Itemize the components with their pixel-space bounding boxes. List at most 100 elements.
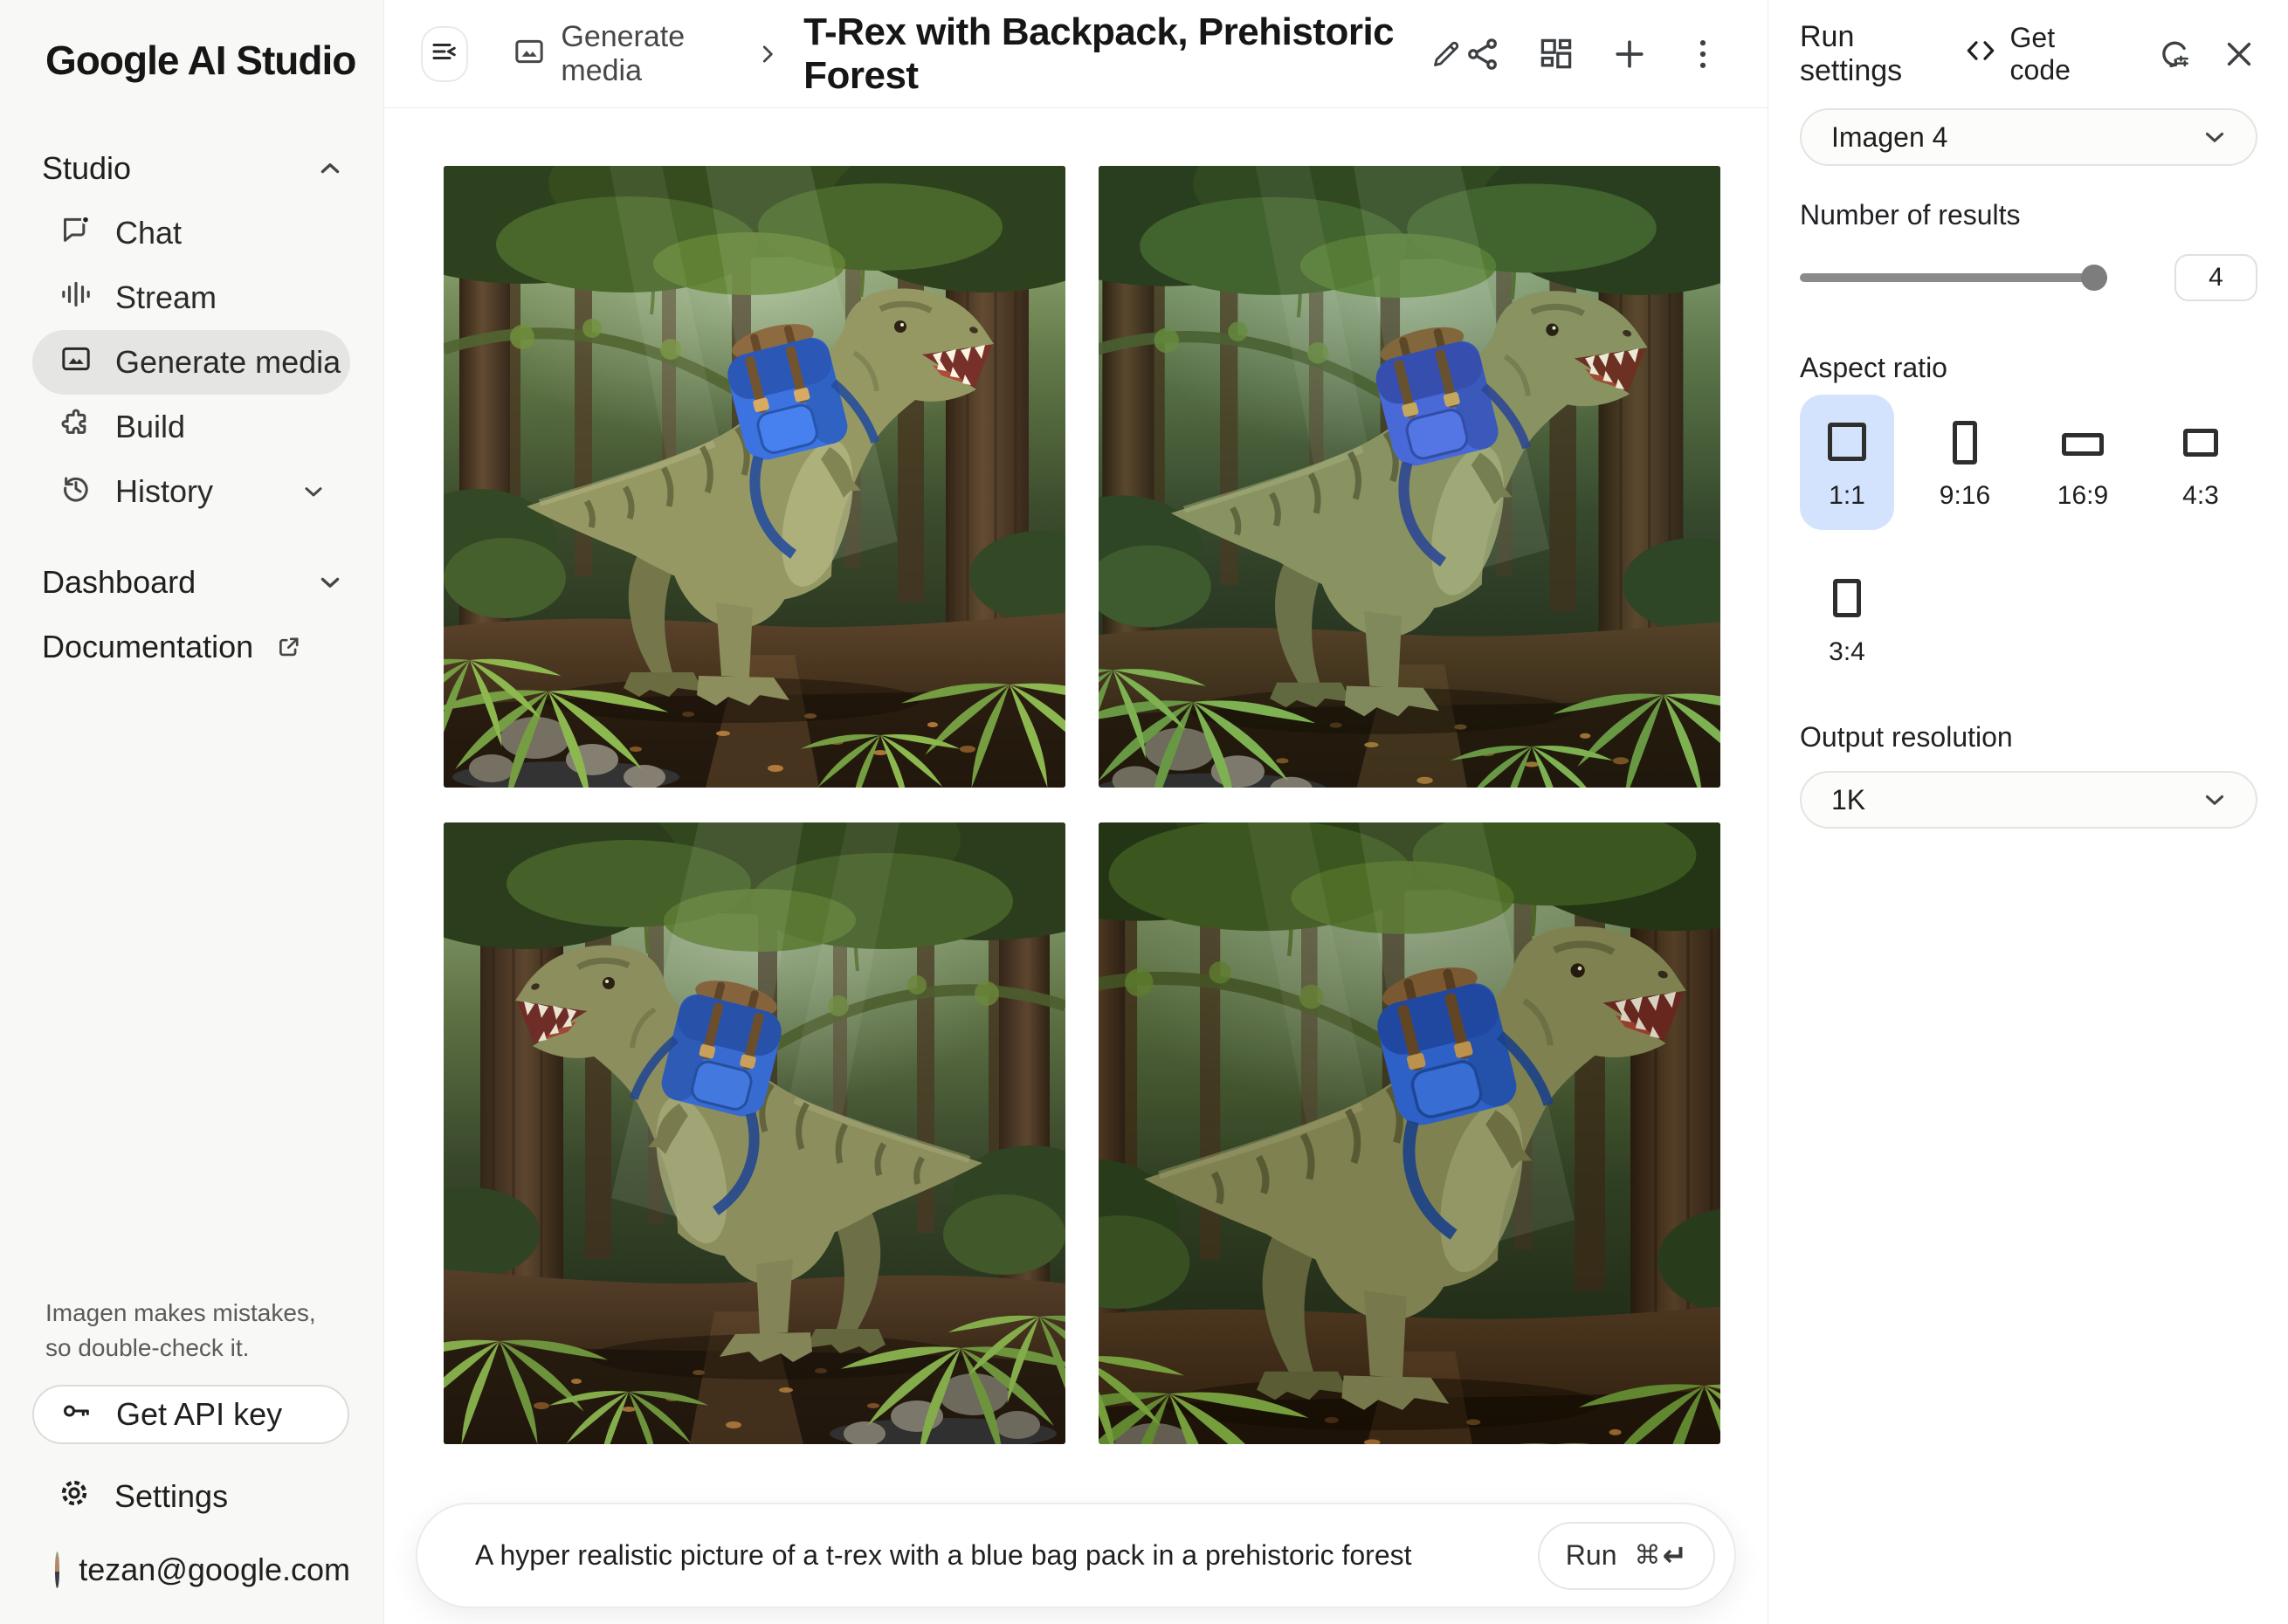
prompt-input[interactable]: A hyper realistic picture of a t-rex wit… xyxy=(475,1539,1538,1572)
studio-section-label: Studio xyxy=(42,150,131,187)
sidebar-item-generate-media[interactable]: Generate media xyxy=(32,330,350,395)
share-button[interactable] xyxy=(1464,35,1502,73)
page-title: T-Rex with Backpack, Prehistoric Forest xyxy=(803,10,1404,98)
return-key-icon: ↵ xyxy=(1663,1538,1688,1573)
prompt-bar: A hyper realistic picture of a t-rex wit… xyxy=(416,1503,1736,1608)
number-of-results-label: Number of results xyxy=(1800,199,2257,231)
chevron-down-icon xyxy=(315,568,345,597)
code-icon xyxy=(1963,33,1998,75)
get-api-key-button[interactable]: Get API key xyxy=(32,1385,349,1444)
sidebar-section-dashboard[interactable]: Dashboard xyxy=(0,550,383,615)
topbar: Generate media T-Rex with Backpack, Preh… xyxy=(384,0,1768,108)
get-api-key-label: Get API key xyxy=(116,1396,282,1433)
aspect-option-label: 1:1 xyxy=(1829,481,1865,511)
results-slider[interactable] xyxy=(1800,261,2107,294)
number-of-results-control xyxy=(1800,254,2257,301)
aspect-option-label: 4:3 xyxy=(2182,481,2219,511)
new-prompt-button[interactable] xyxy=(1610,35,1649,73)
aspect-option-label: 9:16 xyxy=(1940,481,1990,511)
aspect-option-1-1[interactable]: 1:1 xyxy=(1800,395,1894,530)
run-label: Run xyxy=(1566,1539,1617,1572)
apps-grid-button[interactable] xyxy=(1537,35,1575,73)
image-icon xyxy=(59,341,93,384)
chevron-down-icon xyxy=(2200,785,2229,815)
sidebar-item-label: History xyxy=(115,473,213,510)
sidebar-bottom: Imagen makes mistakes, so double-check i… xyxy=(0,1296,383,1624)
sidebar-item-label: Stream xyxy=(115,279,217,316)
topbar-actions xyxy=(1464,35,1722,73)
get-code-button[interactable]: Get code xyxy=(1963,22,2121,86)
google-ai-studio-logo[interactable]: Google AI Studio xyxy=(0,0,383,84)
generated-images-grid xyxy=(444,166,1768,1444)
chat-icon xyxy=(59,212,93,255)
breadcrumb[interactable]: Generate media xyxy=(512,20,732,88)
output-resolution-select[interactable]: 1K xyxy=(1800,771,2257,829)
sidebar-item-label: Chat xyxy=(115,215,182,251)
ratio-1-1-icon xyxy=(1828,423,1866,461)
generated-image-3[interactable] xyxy=(444,822,1065,1444)
cmd-key-icon: ⌘ xyxy=(1635,1540,1661,1571)
sidebar-item-label: Generate media xyxy=(115,344,341,381)
dashboard-section-label: Dashboard xyxy=(42,564,196,601)
chevron-right-icon xyxy=(755,41,781,67)
external-link-icon xyxy=(274,632,304,662)
avatar xyxy=(55,1552,59,1588)
slider-track xyxy=(1800,273,2107,282)
close-panel-button[interactable] xyxy=(2221,36,2257,72)
slider-thumb[interactable] xyxy=(2081,265,2107,291)
model-select-value: Imagen 4 xyxy=(1831,121,1947,154)
more-options-button[interactable] xyxy=(1684,35,1722,73)
aspect-ratio-options-row-1: 1:1 9:16 16:9 4:3 xyxy=(1800,395,2257,530)
sidebar: Google AI Studio Studio Chat Stream xyxy=(0,0,384,1624)
results-value-input[interactable] xyxy=(2174,254,2257,301)
account-email: tezan@google.com xyxy=(79,1552,350,1588)
key-icon xyxy=(59,1393,93,1436)
chevron-up-icon xyxy=(315,154,345,183)
aspect-option-label: 16:9 xyxy=(2057,481,2108,511)
reset-settings-button[interactable] xyxy=(2154,35,2193,73)
aspect-option-9-16[interactable]: 9:16 xyxy=(1918,395,2012,530)
main-content: Generate media T-Rex with Backpack, Preh… xyxy=(384,0,1768,1624)
sidebar-item-build[interactable]: Build xyxy=(32,395,350,459)
model-disclaimer: Imagen makes mistakes, so double-check i… xyxy=(32,1296,320,1366)
image-icon xyxy=(512,34,547,73)
aspect-option-16-9[interactable]: 16:9 xyxy=(2036,395,2130,530)
breadcrumb-label: Generate media xyxy=(561,20,732,88)
sidebar-item-chat[interactable]: Chat xyxy=(32,201,350,265)
aspect-ratio-label: Aspect ratio xyxy=(1800,352,2257,384)
sidebar-nav: Studio Chat Stream xyxy=(0,136,383,679)
gear-icon xyxy=(57,1476,92,1518)
menu-collapse-icon xyxy=(429,36,460,72)
settings-button[interactable]: Settings xyxy=(32,1469,350,1524)
output-resolution-value: 1K xyxy=(1831,784,1865,816)
chevron-down-icon xyxy=(2200,122,2229,152)
sidebar-item-stream[interactable]: Stream xyxy=(32,265,350,330)
generated-image-2[interactable] xyxy=(1099,166,1720,788)
history-icon xyxy=(59,471,93,513)
generated-image-4[interactable] xyxy=(1099,822,1720,1444)
aspect-option-4-3[interactable]: 4:3 xyxy=(2154,395,2248,530)
collapse-sidebar-button[interactable] xyxy=(421,26,468,82)
chevron-down-icon xyxy=(300,478,327,506)
settings-label: Settings xyxy=(114,1478,228,1515)
ratio-9-16-icon xyxy=(1953,421,1977,464)
aspect-option-label: 3:4 xyxy=(1829,637,1865,667)
run-button[interactable]: Run ⌘ ↵ xyxy=(1538,1522,1715,1590)
aspect-ratio-options-row-2: 3:4 xyxy=(1800,551,2257,686)
output-resolution-label: Output resolution xyxy=(1800,721,2257,754)
sidebar-item-history[interactable]: History xyxy=(32,459,350,524)
generated-image-1[interactable] xyxy=(444,166,1065,788)
ratio-16-9-icon xyxy=(2062,433,2104,456)
ratio-4-3-icon xyxy=(2183,429,2218,457)
account-row[interactable]: tezan@google.com xyxy=(32,1542,350,1598)
run-shortcut: ⌘ ↵ xyxy=(1635,1538,1688,1573)
sidebar-link-documentation[interactable]: Documentation xyxy=(0,615,383,679)
sidebar-section-studio[interactable]: Studio xyxy=(0,136,383,201)
puzzle-icon xyxy=(59,406,93,449)
model-select[interactable]: Imagen 4 xyxy=(1800,108,2257,166)
sidebar-item-label: Build xyxy=(115,409,185,445)
aspect-option-3-4[interactable]: 3:4 xyxy=(1800,551,1894,686)
documentation-label: Documentation xyxy=(42,629,253,665)
app-root: Google AI Studio Studio Chat Stream xyxy=(0,0,2288,1624)
edit-title-button[interactable] xyxy=(1429,37,1464,72)
